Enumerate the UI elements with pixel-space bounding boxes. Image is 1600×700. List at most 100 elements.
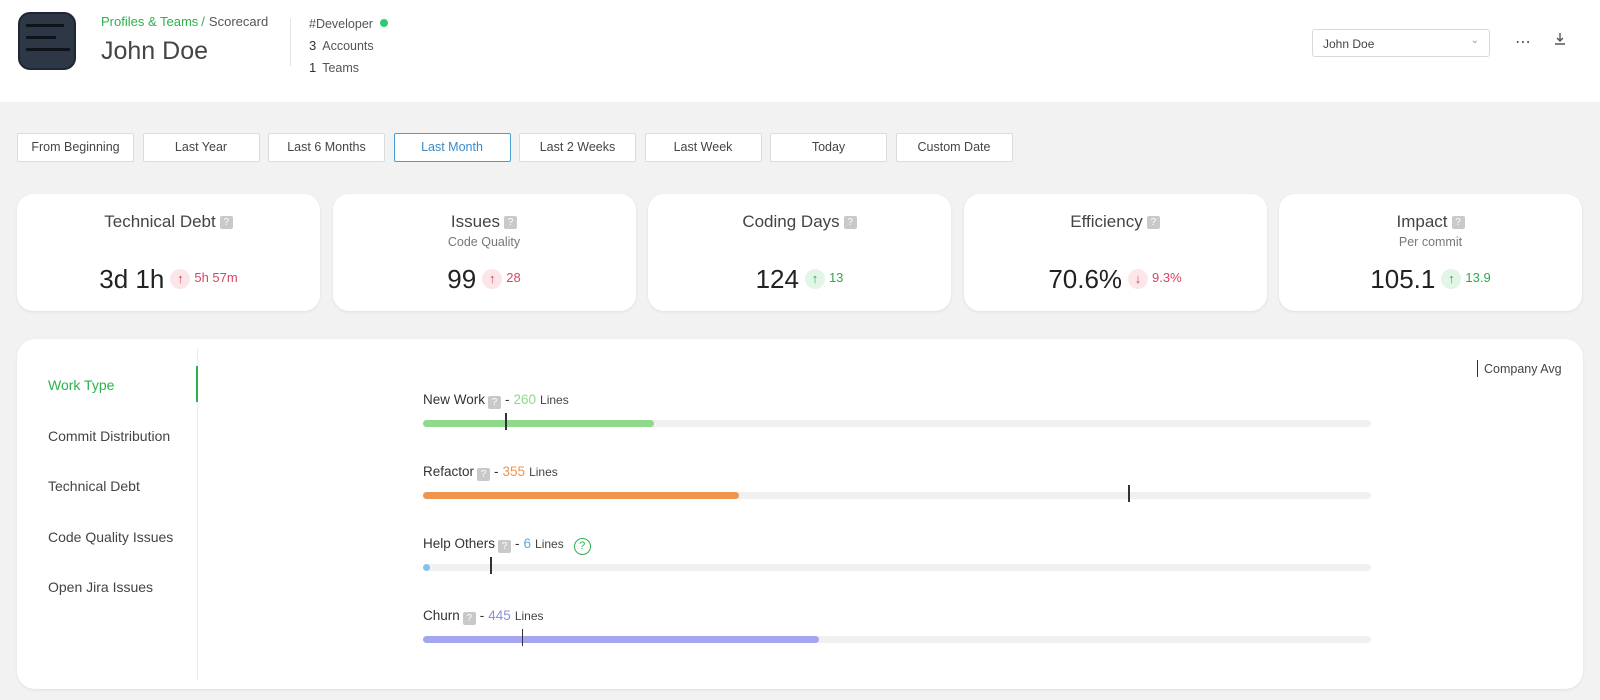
metric-value: 70.6% [1048, 264, 1123, 294]
bar-label-refactor: Refactor? -355 Lines [423, 464, 558, 481]
work-type-name: New Work [423, 392, 486, 407]
metric-value: 105.1 [1370, 264, 1436, 294]
bar-label-new-work: New Work? -260 Lines [423, 392, 569, 409]
help-icon[interactable]: ? [488, 396, 502, 409]
separator: - [505, 392, 510, 407]
metric-delta: 13.9 [1465, 270, 1491, 285]
download-icon[interactable] [1553, 32, 1567, 51]
filter-last-year-button[interactable]: Last Year [142, 133, 260, 162]
header: Profiles & Teams / Scorecard John Doe #Dev… [0, 0, 1600, 102]
lines-value: 260 [513, 392, 537, 407]
profile-meta: #Developer 3 Accounts 1 Teams [309, 14, 388, 79]
breadcrumb: Profiles & Teams / Scorecard [101, 14, 268, 29]
bar-track-refactor [423, 485, 1371, 502]
sidebar-item-open-jira-issues[interactable]: Open Jira Issues [48, 579, 153, 595]
filter-from-beginning-button[interactable]: From Beginning [17, 133, 134, 162]
teams-label: Teams [322, 61, 360, 75]
metric-title: Technical Debt? [17, 212, 320, 232]
bar-fill-churn [423, 636, 820, 643]
chevron-down-icon: ⌄ [1470, 35, 1479, 46]
metric-title: Coding Days? [648, 212, 951, 232]
filter-last-2-weeks-button[interactable]: Last 2 Weeks [519, 133, 636, 162]
company-avg-marker [1128, 485, 1130, 502]
arrow-down-icon: ↓ [1128, 269, 1149, 289]
bar-track-help-others [423, 557, 1371, 574]
metric-title: Impact? [1279, 212, 1582, 232]
metric-title: Issues? [333, 212, 636, 232]
metric-delta: 5h 57m [194, 270, 238, 285]
metric-delta: 28 [506, 270, 521, 285]
sidebar-item-technical-debt[interactable]: Technical Debt [48, 478, 140, 494]
work-type-name: Help Others [423, 536, 496, 551]
lines-value: 445 [488, 608, 511, 623]
help-icon[interactable]: ? [1451, 216, 1465, 229]
work-type-name: Churn [423, 608, 460, 623]
filter-today-button[interactable]: Today [770, 133, 887, 162]
metric-card-impact: Impact? Per commit 105.1 ↑ 13.9 [1279, 194, 1582, 311]
help-icon[interactable]: ? [219, 216, 233, 229]
user-select[interactable]: John Doe ⌄ [1312, 29, 1490, 57]
separator: - [479, 608, 485, 623]
help-icon[interactable]: ? [1146, 216, 1160, 229]
metric-value-row: 105.1 ↑ 13.9 [1279, 264, 1582, 295]
more-icon[interactable]: ⋯ [1515, 32, 1531, 52]
metric-value-row: 3d 1h ↑ 5h 57m [17, 264, 320, 295]
lines-value: 6 [523, 536, 532, 551]
breadcrumb-profiles-teams[interactable]: Profiles & Teams [101, 14, 198, 29]
lines-unit: Lines [540, 393, 569, 407]
metric-delta: 9.3% [1152, 270, 1182, 285]
arrow-up-icon: ↑ [804, 269, 825, 289]
metric-title-text: Coding Days [742, 212, 840, 231]
bar-track-new-work [423, 413, 1371, 430]
bar-fill-new-work [423, 420, 655, 427]
metric-card-efficiency: Efficiency? 70.6% ↓ 9.3% [963, 194, 1267, 311]
bar-fill-refactor [423, 492, 739, 499]
metric-subtitle: Code Quality [447, 235, 521, 249]
accounts-count: 3 [309, 38, 317, 53]
metric-value-row: 70.6% ↓ 9.3% [964, 264, 1267, 295]
bar-label-help-others: Help Others? -6 Lines? [423, 536, 591, 555]
page-title: John Doe [101, 37, 209, 65]
legend-marker [1477, 360, 1478, 377]
filter-custom-date-button[interactable]: Custom Date [895, 133, 1013, 162]
help-icon[interactable]: ? [504, 216, 518, 229]
metric-card-technical-debt: Technical Debt? 3d 1h ↑ 5h 57m [17, 194, 320, 311]
bar-fill-help-others [423, 564, 430, 571]
company-avg-marker [505, 413, 507, 430]
sidebar-item-work-type[interactable]: Work Type [48, 377, 114, 393]
lines-unit: Lines [514, 609, 544, 623]
breadcrumb-current: Scorecard [208, 14, 269, 29]
online-status-dot [379, 19, 388, 27]
help-icon[interactable]: ? [477, 468, 491, 481]
filter-last-week-button[interactable]: Last Week [644, 133, 762, 162]
filter-last-month-button[interactable]: Last Month [393, 133, 511, 162]
metric-title-text: Impact [1396, 212, 1448, 231]
filter-last-6-months-button[interactable]: Last 6 Months [268, 133, 385, 162]
sidebar-item-code-quality-issues[interactable]: Code Quality Issues [48, 529, 173, 545]
metric-card-coding-days: Coding Days? 124 ↑ 13 [648, 194, 951, 311]
arrow-up-icon: ↑ [170, 269, 191, 289]
metric-value: 124 [755, 264, 799, 294]
bar-label-churn: Churn? -445 Lines [423, 608, 544, 625]
header-divider [290, 18, 291, 66]
arrow-up-icon: ↑ [1441, 269, 1462, 289]
metric-title: Efficiency? [964, 212, 1267, 232]
arrow-up-icon: ↑ [482, 269, 503, 289]
help-icon[interactable]: ? [462, 612, 476, 625]
question-circle-icon[interactable]: ? [573, 538, 591, 555]
help-icon[interactable]: ? [498, 540, 512, 553]
metric-card-issues: Issues? Code Quality 99 ↑ 28 [332, 194, 636, 311]
separator: - [494, 464, 499, 479]
sidebar-item-commit-distribution[interactable]: Commit Distribution [48, 428, 170, 444]
metric-value: 99 [447, 264, 477, 294]
sidebar-active-indicator [196, 366, 198, 402]
work-type-name: Refactor [423, 464, 475, 479]
metric-title-text: Technical Debt [104, 212, 216, 231]
lines-unit: Lines [529, 465, 558, 479]
metric-value-row: 124 ↑ 13 [648, 264, 951, 295]
metric-title-text: Issues [450, 212, 501, 231]
company-avg-legend: Company Avg [1477, 360, 1562, 377]
metric-value: 3d 1h [99, 264, 165, 294]
help-icon[interactable]: ? [843, 216, 857, 229]
role-label: #Developer [309, 17, 373, 31]
